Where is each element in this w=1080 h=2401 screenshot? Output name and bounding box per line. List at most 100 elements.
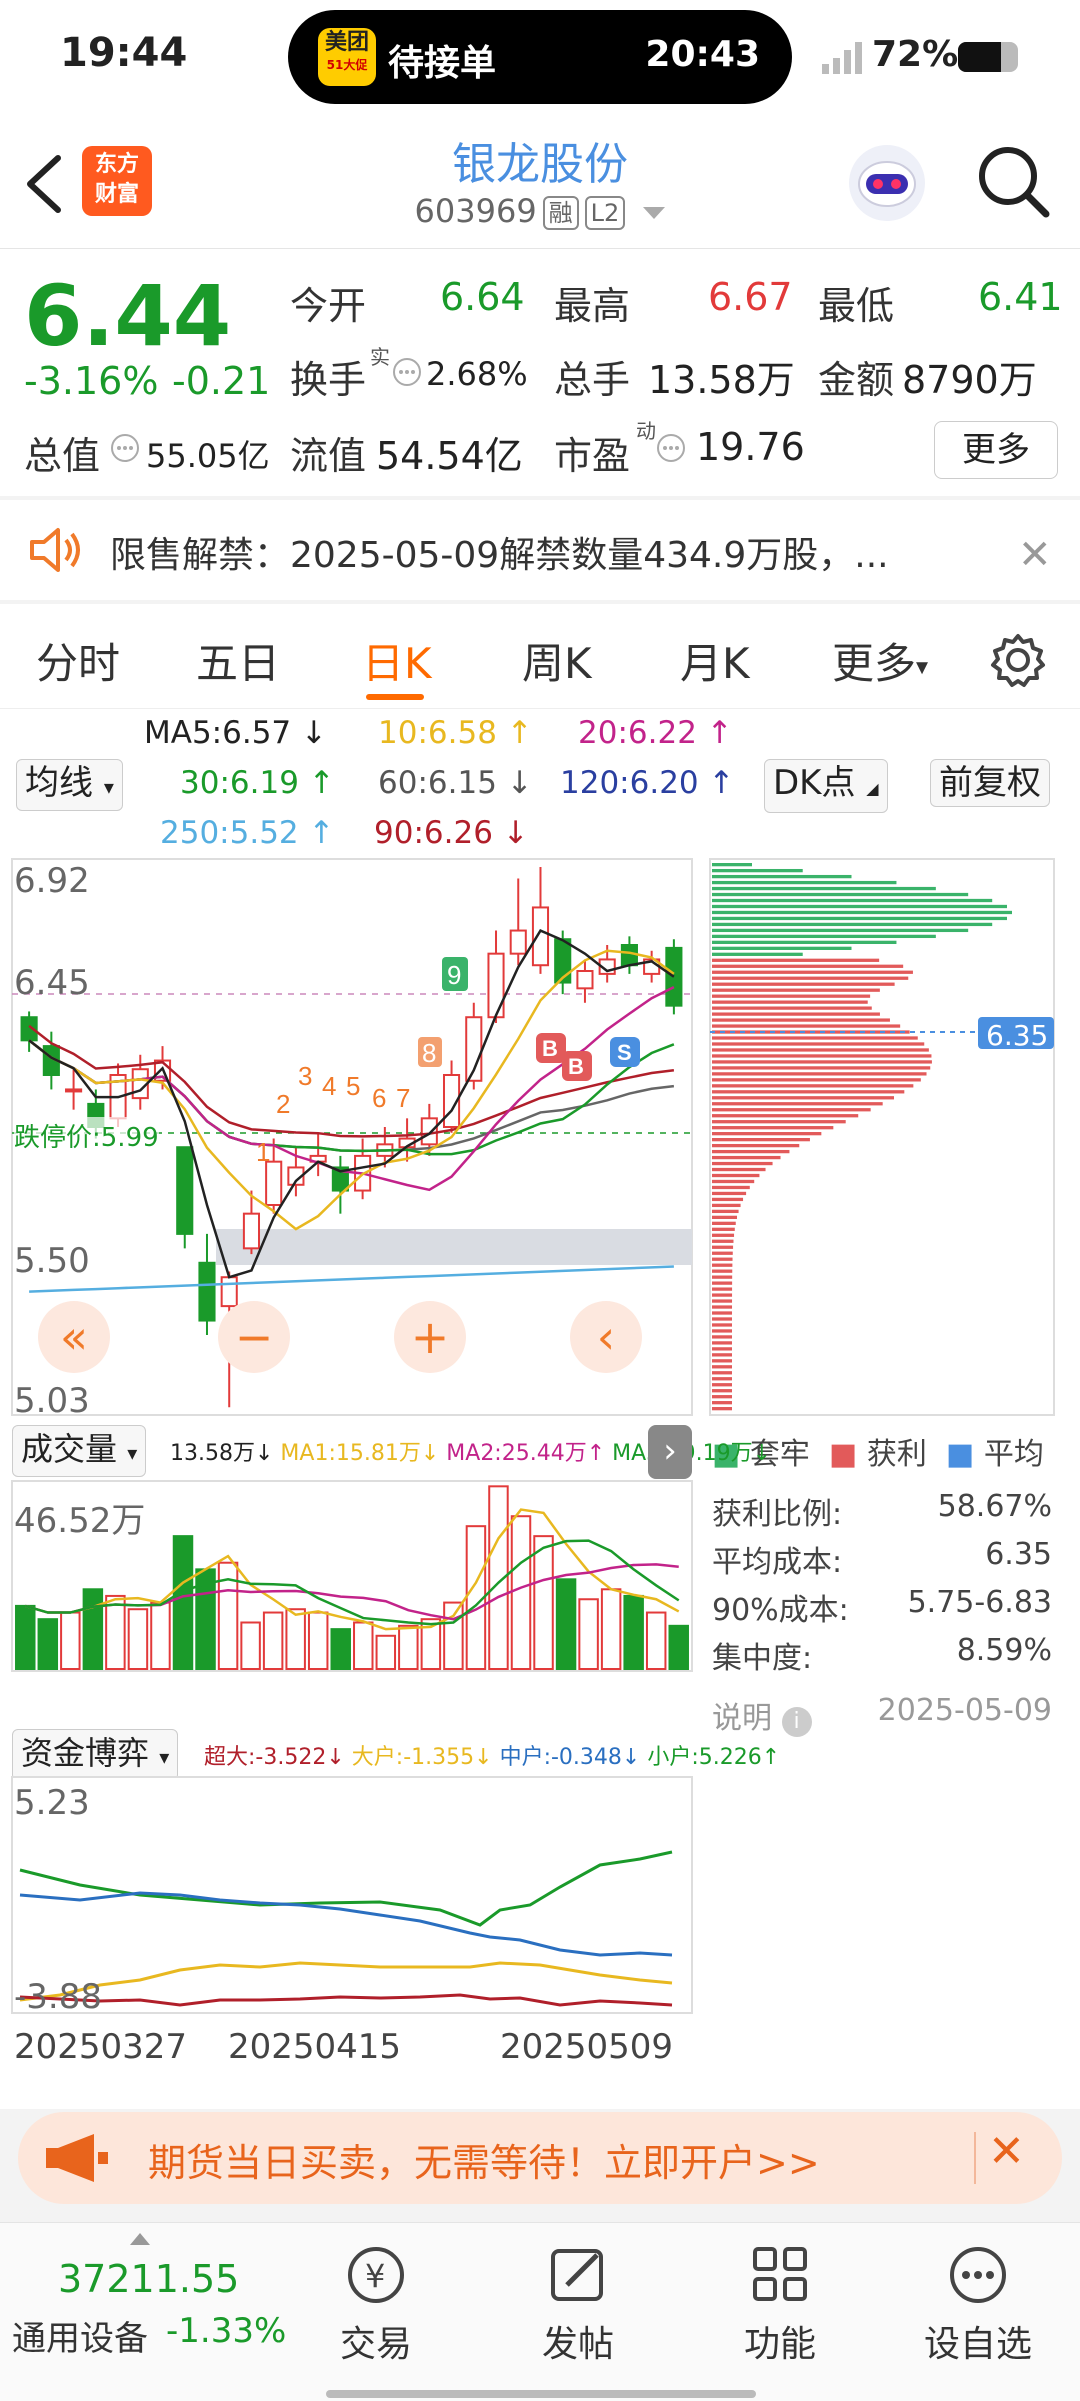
nav-add-watchlist[interactable]: 设自选 (908, 2243, 1048, 2367)
tab-more[interactable]: 更多▾ (832, 630, 928, 691)
info-dots-icon[interactable] (110, 433, 140, 463)
candle[interactable] (265, 1160, 283, 1206)
volume-bar[interactable] (375, 1634, 397, 1671)
chip-bar (712, 1383, 732, 1387)
volume-selector[interactable]: 成交量 ▾ (12, 1425, 147, 1477)
dynamic-island-pill[interactable]: 美团 51大促 待接单 20:43 (288, 10, 792, 104)
chip-bar (712, 1311, 733, 1315)
nav-trade[interactable]: ¥ 交易 (306, 2243, 446, 2367)
volume-bar[interactable] (60, 1611, 81, 1671)
chip-bar (712, 1395, 732, 1399)
volume-bar[interactable] (398, 1624, 419, 1670)
more-button[interactable]: 更多 (934, 421, 1058, 479)
fund-flow-chart[interactable] (0, 1775, 700, 2017)
candle[interactable] (509, 929, 527, 955)
robot-assistant-icon[interactable] (846, 142, 928, 224)
notice-bar[interactable]: 限售解禁：2025-05-09解禁数量434.9万股，... ✕ (0, 500, 1080, 600)
volume-bar[interactable] (555, 1578, 577, 1670)
volume-bar[interactable] (172, 1535, 194, 1671)
dk-point-button[interactable]: DK点 ◢ (764, 759, 888, 813)
info-dots-icon[interactable] (656, 433, 686, 463)
volume-bar[interactable] (600, 1588, 622, 1670)
chip-stat-row: 获利比例: 58.67% (712, 1489, 1052, 1533)
tab-five-day[interactable]: 五日 (196, 630, 280, 691)
adjust-button[interactable]: 前复权 (930, 759, 1050, 807)
chip-bar (712, 1132, 822, 1136)
close-icon[interactable]: ✕ (988, 2126, 1025, 2177)
chip-note-row[interactable]: 说明 i 2025-05-09 (712, 1693, 1052, 1737)
info-dots-icon[interactable] (392, 357, 422, 387)
chip-bar (712, 988, 880, 992)
pe-label: 市盈 (554, 434, 631, 478)
candle[interactable] (198, 1261, 216, 1322)
volume-bar[interactable] (353, 1621, 374, 1670)
stat-label: 平均成本: (712, 1545, 843, 1580)
expand-right-icon[interactable]: › (648, 1425, 692, 1479)
ma-selector[interactable]: 均线 ▾ (16, 759, 123, 811)
close-icon[interactable]: ✕ (1018, 532, 1052, 578)
volume-bar[interactable] (285, 1608, 306, 1670)
index-ticker[interactable]: 37211.55 通用设备 -1.33% (0, 2223, 290, 2401)
volume-bar[interactable] (510, 1515, 532, 1671)
chip-bar (712, 934, 936, 939)
fund-selector-label: 资金博弈 (21, 1734, 150, 1772)
volume-bar[interactable] (240, 1621, 261, 1670)
volume-bar[interactable] (262, 1611, 284, 1671)
candle[interactable] (220, 1276, 238, 1308)
zoom-out-button[interactable]: − (218, 1301, 290, 1373)
volume-bar[interactable] (82, 1588, 104, 1670)
chip-distribution-chart[interactable] (708, 857, 1056, 1419)
candle[interactable] (420, 1117, 438, 1146)
chip-bar (712, 1323, 733, 1327)
tab-weekly-k[interactable]: 周K (522, 630, 592, 691)
settings-gear-icon[interactable] (990, 632, 1046, 688)
candle[interactable] (576, 970, 594, 990)
volume-bar[interactable] (15, 1604, 36, 1671)
volume-bar[interactable] (105, 1594, 126, 1670)
rewind-button[interactable]: « (38, 1301, 110, 1373)
volume-bar[interactable] (443, 1601, 464, 1670)
candle[interactable] (554, 938, 572, 984)
mcap-label: 总值 (24, 434, 101, 478)
nav-functions[interactable]: 功能 (710, 2243, 850, 2367)
stat-value: 6.35 (985, 1537, 1052, 1572)
volume-bar[interactable] (307, 1611, 329, 1671)
volume-bar[interactable] (533, 1535, 554, 1671)
candle[interactable] (176, 1146, 194, 1235)
chip-bar (712, 1138, 810, 1142)
volume-bar[interactable] (645, 1611, 667, 1671)
volume-bar[interactable] (127, 1608, 149, 1670)
volume-bar[interactable] (150, 1601, 171, 1670)
tab-monthly-k[interactable]: 月K (680, 630, 750, 691)
chip-bar (712, 946, 852, 950)
search-icon[interactable] (976, 144, 1052, 220)
futures-ad-banner[interactable]: 期货当日买卖，无需等待！立即开户>> ✕ (18, 2112, 1062, 2204)
prev-button[interactable]: ‹ (570, 1301, 642, 1373)
volume-bar[interactable] (37, 1618, 59, 1671)
status-bar: 19:44 美团 51大促 待接单 20:43 72% (0, 0, 1080, 120)
zoom-in-button[interactable]: + (394, 1301, 466, 1373)
chip-bar (712, 1353, 733, 1357)
pill-label: 待接单 (388, 43, 497, 84)
fund-flow-selector[interactable]: 资金博弈 ▾ (12, 1729, 179, 1781)
last-price: 6.44 (24, 267, 232, 365)
candle[interactable] (65, 1088, 83, 1093)
stock-code: 603969 (414, 192, 537, 230)
tab-intraday[interactable]: 分时 (36, 630, 120, 691)
nav-post[interactable]: 发帖 (508, 2243, 648, 2367)
chip-bar (712, 1048, 929, 1052)
volume-bar[interactable] (623, 1594, 644, 1670)
candle[interactable] (487, 952, 505, 1019)
chip-bar (712, 1281, 733, 1285)
chip-bar (712, 874, 852, 879)
volume-bar[interactable] (578, 1598, 599, 1670)
candle[interactable] (531, 906, 550, 967)
volume-bar[interactable] (330, 1628, 351, 1670)
chip-bar (712, 1036, 918, 1040)
speaker-icon (30, 528, 80, 572)
chip-bar (712, 892, 969, 897)
volume-bar[interactable] (668, 1624, 689, 1670)
tab-daily-k[interactable]: 日K (362, 630, 432, 691)
candle[interactable] (242, 1212, 261, 1250)
battery-percent: 72% (872, 34, 959, 75)
